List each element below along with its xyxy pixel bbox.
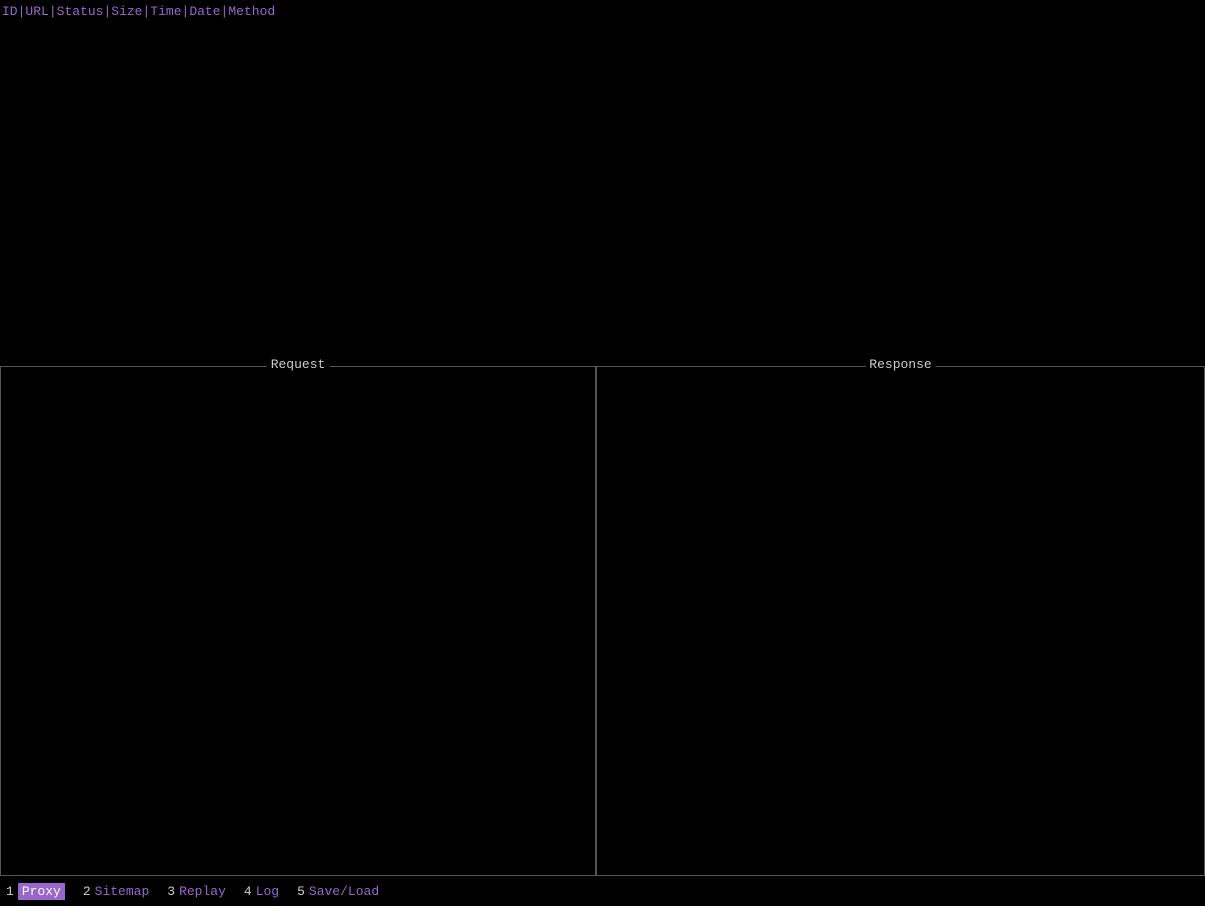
nav-item-replay: 3 Replay [167,884,226,899]
nav-saveload[interactable]: Save/Load [309,884,379,899]
nav-number-2: 2 [83,884,91,899]
sep-2: | [49,4,57,19]
sep-6: | [221,4,229,19]
nav-item-sitemap: 2 Sitemap [83,884,149,899]
col-date-header[interactable]: Date [189,4,220,19]
col-url-header[interactable]: URL [25,4,48,19]
response-panel: Response [596,366,1205,876]
sep-4: | [142,4,150,19]
main-table-area [0,23,1205,366]
nav-item-proxy: 1 Proxy [6,883,65,900]
col-status-header[interactable]: Status [57,4,104,19]
col-method-header[interactable]: Method [228,4,275,19]
sep-5: | [182,4,190,19]
response-panel-label: Response [865,357,935,372]
nav-sitemap[interactable]: Sitemap [95,884,150,899]
table-header: ID | URL | Status | Size | Time | Date |… [0,0,1205,23]
request-panel: Request [0,366,596,876]
nav-proxy[interactable]: Proxy [18,883,65,900]
col-size-header[interactable]: Size [111,4,142,19]
col-id-header[interactable]: ID [2,4,18,19]
nav-number-3: 3 [167,884,175,899]
nav-item-saveload: 5 Save/Load [297,884,379,899]
response-panel-content[interactable] [597,367,1204,875]
col-time-header[interactable]: Time [150,4,181,19]
request-panel-label: Request [267,357,330,372]
nav-number-5: 5 [297,884,305,899]
nav-number-1: 1 [6,884,14,899]
nav-replay[interactable]: Replay [179,884,226,899]
nav-log[interactable]: Log [256,884,279,899]
request-panel-content[interactable] [1,367,595,875]
nav-number-4: 4 [244,884,252,899]
sep-1: | [18,4,26,19]
panels-area: Request Response [0,366,1205,876]
nav-item-log: 4 Log [244,884,279,899]
bottom-nav: 1 Proxy 2 Sitemap 3 Replay 4 Log 5 Save/… [0,876,1205,906]
sep-3: | [103,4,111,19]
